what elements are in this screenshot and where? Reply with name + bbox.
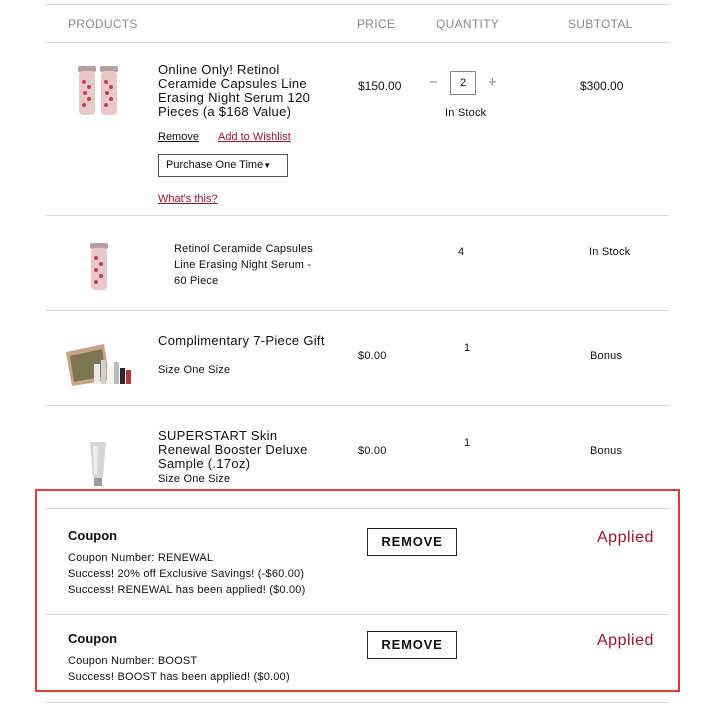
row-divider bbox=[45, 508, 669, 509]
product-name-superstart[interactable]: SUPERSTART Skin Renewal Booster Deluxe S… bbox=[158, 429, 333, 471]
item-quantity: 1 bbox=[464, 342, 471, 354]
add-to-wishlist-link[interactable]: Add to Wishlist bbox=[218, 131, 291, 143]
item-price: $150.00 bbox=[358, 79, 402, 93]
row-divider bbox=[45, 405, 669, 406]
purchase-option-select[interactable]: Purchase One Time▼ bbox=[158, 154, 288, 177]
coupon-message: Success! RENEWAL has been applied! ($0.0… bbox=[68, 584, 306, 596]
product-name-retinol-60[interactable]: Retinol Ceramide Capsules Line Erasing N… bbox=[174, 241, 314, 289]
coupon-number: Coupon Number: RENEWAL bbox=[68, 552, 214, 564]
item-price: $0.00 bbox=[358, 445, 387, 457]
remove-coupon-button[interactable]: REMOVE bbox=[367, 528, 457, 556]
coupon-applied-status: Applied bbox=[597, 529, 654, 546]
coupon-applied-status: Applied bbox=[597, 632, 654, 649]
coupon-number: Coupon Number: BOOST bbox=[68, 655, 198, 667]
item-price: $0.00 bbox=[358, 350, 387, 362]
item-subtotal: Bonus bbox=[590, 350, 623, 362]
product-image-superstart[interactable] bbox=[88, 440, 108, 488]
product-name-gift[interactable]: Complimentary 7-Piece Gift bbox=[158, 334, 333, 348]
row-divider bbox=[45, 215, 669, 216]
item-subtotal: Bonus bbox=[590, 445, 623, 457]
column-header-price: PRICE bbox=[357, 17, 396, 31]
item-subtotal: $300.00 bbox=[580, 79, 624, 93]
column-header-quantity: QUANTITY bbox=[436, 17, 500, 31]
product-size: Size One Size bbox=[158, 364, 231, 376]
row-divider bbox=[45, 310, 669, 311]
column-header-products: PRODUCTS bbox=[68, 17, 138, 31]
table-bottom-border bbox=[45, 702, 669, 703]
table-top-border bbox=[45, 4, 669, 5]
stock-status: In Stock bbox=[445, 107, 487, 119]
quantity-input[interactable]: 2 bbox=[450, 71, 476, 95]
coupon-title: Coupon bbox=[68, 631, 118, 646]
product-size: Size One Size bbox=[158, 473, 231, 485]
header-divider bbox=[45, 42, 669, 43]
plus-icon[interactable]: + bbox=[488, 74, 497, 91]
remove-link[interactable]: Remove bbox=[158, 131, 199, 143]
stock-status: In Stock bbox=[589, 246, 631, 258]
whats-this-link[interactable]: What's this? bbox=[158, 193, 218, 205]
product-image-gift-set[interactable] bbox=[64, 340, 134, 388]
purchase-option-value: Purchase One Time bbox=[166, 159, 264, 171]
item-quantity: 4 bbox=[458, 246, 465, 258]
remove-coupon-button[interactable]: REMOVE bbox=[367, 631, 457, 659]
item-quantity: 1 bbox=[464, 437, 471, 449]
caret-down-icon: ▼ bbox=[263, 161, 272, 170]
product-name-retinol-120[interactable]: Online Only! Retinol Ceramide Capsules L… bbox=[158, 63, 338, 119]
product-image-retinol-120[interactable] bbox=[74, 62, 122, 118]
product-image-retinol-60[interactable] bbox=[86, 242, 112, 292]
minus-icon[interactable]: − bbox=[429, 74, 438, 91]
coupon-message: Success! BOOST has been applied! ($0.00) bbox=[68, 671, 290, 683]
coupon-title: Coupon bbox=[68, 528, 118, 543]
column-header-subtotal: SUBTOTAL bbox=[568, 17, 633, 31]
coupon-message: Success! 20% off Exclusive Savings! (-$6… bbox=[68, 568, 305, 580]
row-divider bbox=[45, 614, 669, 615]
